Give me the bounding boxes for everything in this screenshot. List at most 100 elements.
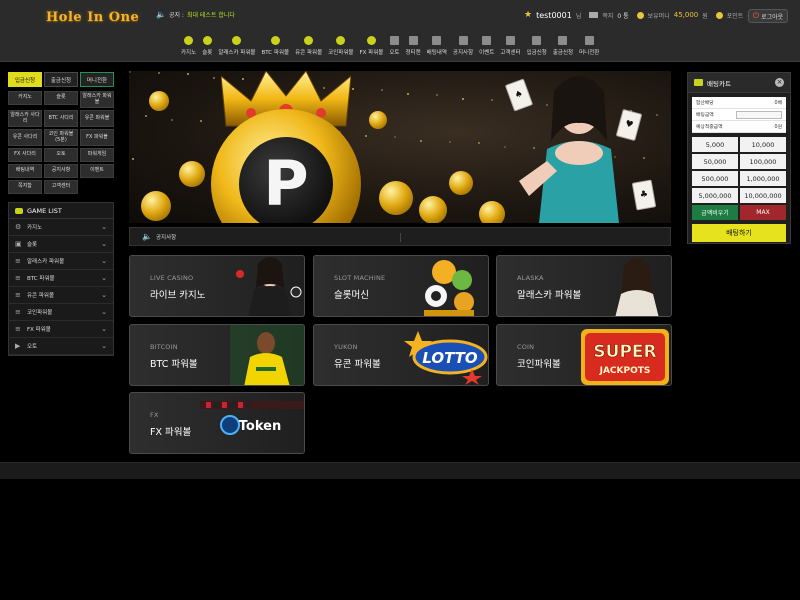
nav-item[interactable]: 코인파워볼 bbox=[325, 36, 356, 58]
amount-button[interactable]: 5,000 bbox=[692, 137, 738, 152]
bokeh-light bbox=[407, 93, 409, 95]
token-text: Token bbox=[239, 419, 281, 434]
wallet-icon bbox=[636, 11, 644, 19]
calendar-icon bbox=[482, 36, 492, 45]
super-text: SUPER bbox=[593, 342, 656, 362]
game-card-btc[interactable]: BITCOIN BTC 파워볼 bbox=[129, 324, 305, 386]
powerball-icon bbox=[304, 36, 314, 45]
quick-menu-item[interactable]: 오토 bbox=[44, 148, 78, 162]
slot-icon bbox=[202, 36, 212, 45]
tab-deposit[interactable]: 입금신청 bbox=[8, 72, 42, 87]
amount-button[interactable]: 50,000 bbox=[692, 154, 738, 169]
quick-menu-item[interactable]: 코인 파워볼 (5분) bbox=[44, 129, 78, 146]
game-list-item[interactable]: ≡ 알래스카 파워볼 ⌄ bbox=[9, 253, 113, 270]
game-list-item[interactable]: ≡ 유콘 파워볼 ⌄ bbox=[9, 287, 113, 304]
nav-item[interactable]: 카지노 bbox=[178, 36, 199, 58]
quick-menu-item[interactable]: 이벤트 bbox=[80, 164, 114, 178]
nav-item[interactable]: 배팅내역 bbox=[424, 36, 450, 58]
nav-item[interactable]: 슬롯 bbox=[199, 36, 215, 58]
logout-button[interactable]: ⏻ 로그아웃 bbox=[748, 9, 788, 23]
logo[interactable]: Hole In One bbox=[46, 10, 139, 25]
announcement-label: 공지사항 bbox=[155, 234, 177, 241]
game-list-item[interactable]: ⚙ 카지노 ⌄ bbox=[9, 219, 113, 236]
quick-menu-item[interactable]: 고객센터 bbox=[44, 180, 78, 194]
nav-item[interactable]: FX 파워볼 bbox=[356, 36, 386, 58]
amount-buttons: 5,000 10,000 50,000 100,000 500,000 1,000,000… bbox=[692, 137, 786, 203]
quick-menu-item[interactable]: FX 파워볼 bbox=[80, 129, 114, 146]
nav-item[interactable]: 이벤트 bbox=[476, 36, 497, 58]
game-card-fx[interactable]: FX FX 파워볼 Token bbox=[129, 392, 305, 454]
game-list-label: 알래스카 파워볼 bbox=[27, 259, 65, 265]
quick-menu-item[interactable]: FX 사다리 bbox=[8, 148, 42, 162]
amount-button[interactable]: 5,000,000 bbox=[692, 188, 738, 203]
game-list-item[interactable]: ▣ 슬롯 ⌄ bbox=[9, 236, 113, 253]
nav-item[interactable]: BTC 파워볼 bbox=[258, 36, 292, 58]
amount-button[interactable]: 500,000 bbox=[692, 171, 738, 186]
game-card-yukon[interactable]: YUKON 유콘 파워볼 LOTTO bbox=[313, 324, 489, 386]
slot-characters-art bbox=[424, 260, 474, 316]
list-icon: ≡ bbox=[15, 308, 21, 316]
nav-item-label: 입금신청 bbox=[526, 50, 547, 56]
nav-item[interactable]: 출금신청 bbox=[550, 36, 576, 58]
casino-dealer-art bbox=[236, 257, 302, 316]
game-card-live-casino[interactable]: LIVE CASINO 라이브 카지노 bbox=[129, 255, 305, 317]
main-nav: 카지노 슬롯 알래스카 파워볼 BTC 파워볼 유콘 파워볼 코인파워볼 FX 파워볼 오토 정… bbox=[178, 36, 602, 58]
mail-icon[interactable] bbox=[589, 12, 599, 18]
token-roulette-art: Token bbox=[200, 401, 304, 435]
nav-item[interactable]: 유콘 파워볼 bbox=[292, 36, 325, 58]
list-icon: ≡ bbox=[15, 325, 21, 333]
max-button[interactable]: MAX bbox=[740, 205, 786, 220]
nav-item-label: BTC 파워볼 bbox=[261, 50, 290, 56]
quick-menu-item[interactable]: 파워게임 bbox=[80, 148, 114, 162]
quick-menu-item[interactable]: BTC 사다리 bbox=[44, 110, 78, 127]
reset-amount-button[interactable]: 금액비우기 bbox=[692, 205, 738, 220]
quick-menu-item[interactable]: 카지노 bbox=[8, 91, 42, 105]
lotto-logo-art: LOTTO bbox=[404, 331, 488, 385]
money-value: 45,000 bbox=[673, 11, 699, 19]
nav-item[interactable]: 고객센터 bbox=[497, 36, 523, 58]
close-icon[interactable]: × bbox=[775, 78, 784, 87]
game-list-item[interactable]: ≡ 코인파워볼 ⌄ bbox=[9, 304, 113, 321]
main-banner[interactable]: P ♠ ♥ ♣ bbox=[129, 71, 671, 223]
game-list-label: 카지노 bbox=[27, 225, 43, 231]
game-list-item[interactable]: ≡ BTC 파워볼 ⌄ bbox=[9, 270, 113, 287]
announcement-bar[interactable]: 🔈 공지사항 bbox=[129, 227, 671, 246]
quick-menu-item[interactable]: 유콘 사다리 bbox=[8, 129, 42, 146]
nav-item-label: 출금신청 bbox=[552, 50, 574, 56]
amount-button[interactable]: 1,000,000 bbox=[740, 171, 786, 186]
super-jackpots-art: SUPER JACKPOTS bbox=[581, 329, 669, 385]
quick-menu-item[interactable]: 배팅내역 bbox=[8, 164, 42, 178]
game-card-coin[interactable]: COIN 코인파워볼 SUPER JACKPOTS bbox=[496, 324, 672, 386]
star-icon: ★ bbox=[524, 10, 533, 20]
bokeh-light bbox=[129, 71, 131, 73]
video-icon: ▶ bbox=[15, 342, 21, 350]
nav-item[interactable]: 머니전환 bbox=[576, 36, 602, 58]
quick-menu-item[interactable]: 공지사항 bbox=[44, 164, 78, 178]
amount-button[interactable]: 10,000 bbox=[740, 137, 786, 152]
tab-exchange[interactable]: 머니전환 bbox=[80, 72, 114, 87]
quick-menu-item[interactable]: 쪽지함 bbox=[8, 180, 42, 194]
nav-item[interactable]: 오토 bbox=[386, 36, 402, 58]
nav-item-label: 유콘 파워볼 bbox=[295, 50, 323, 56]
place-bet-button[interactable]: 배팅하기 bbox=[692, 224, 786, 242]
amount-button[interactable]: 10,000,000 bbox=[740, 188, 786, 203]
bet-amount-input[interactable] bbox=[736, 110, 782, 119]
game-list-header: GAME LIST bbox=[9, 203, 113, 219]
game-card-slot[interactable]: SLOT MACHINE 슬롯머신 bbox=[313, 255, 489, 317]
quick-menu-item[interactable]: 알래스카 파워볼 bbox=[80, 91, 114, 108]
game-list-item[interactable]: ▶ 오토 ⌄ bbox=[9, 338, 113, 355]
amount-button[interactable]: 100,000 bbox=[740, 154, 786, 169]
game-card-en: COIN bbox=[517, 343, 535, 351]
nav-item[interactable]: 알래스카 파워볼 bbox=[215, 36, 258, 58]
bokeh-light bbox=[171, 119, 173, 121]
messages-label[interactable]: 쪽지 bbox=[602, 11, 613, 20]
game-card-alaska[interactable]: ALASKA 알래스카 파워볼 bbox=[496, 255, 672, 317]
nav-item[interactable]: 입금신청 bbox=[524, 36, 550, 58]
nav-item[interactable]: 정티캔 bbox=[402, 36, 423, 58]
nav-item[interactable]: 공지사항 bbox=[450, 36, 476, 58]
quick-menu-item[interactable]: 알래스카 사다리 bbox=[8, 110, 42, 127]
tab-withdraw[interactable]: 출금신청 bbox=[44, 72, 78, 87]
quick-menu-item[interactable]: 유콘 파워볼 bbox=[80, 110, 114, 127]
quick-menu-item[interactable]: 슬롯 bbox=[44, 91, 78, 105]
game-list-item[interactable]: ≡ FX 파워볼 ⌄ bbox=[9, 321, 113, 338]
